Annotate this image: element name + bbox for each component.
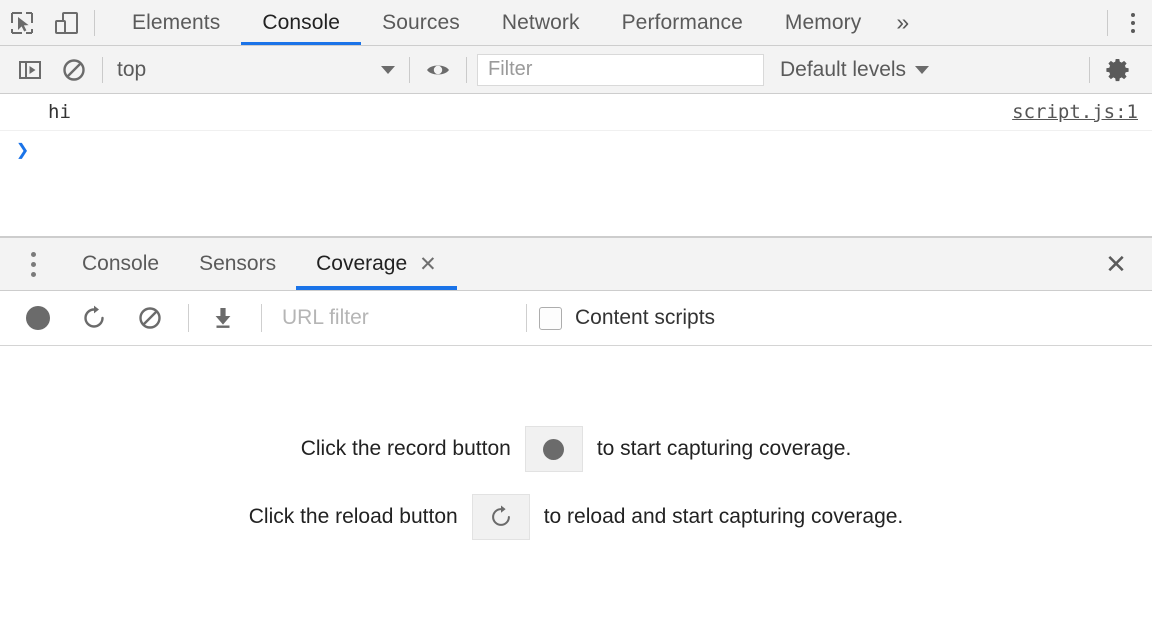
tab-console[interactable]: Console <box>241 0 361 45</box>
main-tabs: Elements Console Sources Network Perform… <box>111 0 923 45</box>
console-message-source-link[interactable]: script.js:1 <box>1012 101 1138 123</box>
console-toolbar-right <box>1083 48 1152 92</box>
toolbar-divider <box>94 10 95 36</box>
console-sidebar-icon[interactable] <box>8 48 52 92</box>
clear-coverage-icon[interactable] <box>128 296 172 340</box>
drawer-tab-coverage-label: Coverage <box>316 252 407 276</box>
toolbar-divider-right <box>1107 10 1108 36</box>
content-scripts-label: Content scripts <box>575 306 715 330</box>
console-message-list: hi script.js:1 ❯ <box>0 94 1152 236</box>
tab-network-label: Network <box>502 11 580 35</box>
more-tabs-label: » <box>896 9 909 36</box>
main-tabbar: Elements Console Sources Network Perform… <box>0 0 1152 46</box>
clear-console-icon[interactable] <box>52 48 96 92</box>
drawer-tab-sensors-label: Sensors <box>199 252 276 276</box>
log-levels-dropdown[interactable]: Default levels <box>780 58 929 82</box>
coverage-hint-reload: Click the reload button to reload and st… <box>249 494 904 540</box>
chevron-down-icon <box>381 66 395 74</box>
drawer-tab-console[interactable]: Console <box>62 238 179 290</box>
coverage-hint-reload-lead: Click the reload button <box>249 505 458 529</box>
console-toolbar-divider-4 <box>1089 57 1090 83</box>
prompt-arrow-icon: ❯ <box>16 138 29 163</box>
drawer-tab-console-label: Console <box>82 252 159 276</box>
console-message-text: hi <box>48 101 1012 123</box>
console-toolbar-divider-1 <box>102 57 103 83</box>
coverage-hint-reload-trail: to reload and start capturing coverage. <box>544 505 904 529</box>
main-tabbar-right <box>1101 0 1152 45</box>
live-expression-eye-icon[interactable] <box>416 48 460 92</box>
drawer-tab-coverage[interactable]: Coverage ✕ <box>296 238 457 290</box>
drawer-more-kebab-icon[interactable] <box>16 238 50 290</box>
devtools-window: Elements Console Sources Network Perform… <box>0 0 1152 638</box>
log-levels-label: Default levels <box>780 58 906 82</box>
record-dot <box>26 306 50 330</box>
drawer-panel: Console Sensors Coverage ✕ ✕ <box>0 236 1152 638</box>
tab-elements[interactable]: Elements <box>111 0 241 45</box>
console-prompt[interactable]: ❯ <box>0 131 1152 169</box>
console-toolbar-divider-2 <box>409 57 410 83</box>
close-tab-icon[interactable]: ✕ <box>419 254 437 275</box>
close-drawer-icon[interactable]: ✕ <box>1098 246 1134 282</box>
reload-button-icon[interactable] <box>72 296 116 340</box>
tab-performance-label: Performance <box>622 11 743 35</box>
drawer-tab-sensors[interactable]: Sensors <box>179 238 296 290</box>
tab-memory[interactable]: Memory <box>764 0 882 45</box>
coverage-toolbar-divider-2 <box>261 304 262 332</box>
coverage-toolbar-divider-1 <box>188 304 189 332</box>
url-filter-input[interactable]: URL filter <box>282 301 522 335</box>
more-options-kebab-icon[interactable] <box>1114 1 1152 45</box>
more-tabs-chevron-icon[interactable]: » <box>882 0 923 45</box>
inspect-cursor-icon[interactable] <box>0 1 44 45</box>
coverage-toolbar-divider-3 <box>526 304 527 332</box>
coverage-hint-record: Click the record button to start capturi… <box>301 426 852 472</box>
tab-sources[interactable]: Sources <box>361 0 481 45</box>
console-toolbar-divider-3 <box>466 57 467 83</box>
tab-elements-label: Elements <box>132 11 220 35</box>
chevron-down-icon-levels <box>915 66 929 74</box>
tab-network[interactable]: Network <box>481 0 601 45</box>
console-toolbar: top Filter Default levels <box>0 46 1152 94</box>
tab-sources-label: Sources <box>382 11 460 35</box>
content-scripts-checkbox-group[interactable]: Content scripts <box>539 306 715 330</box>
coverage-empty-state: Click the record button to start capturi… <box>0 346 1152 638</box>
console-message-row: hi script.js:1 <box>0 94 1152 131</box>
execution-context-value: top <box>117 58 381 82</box>
execution-context-dropdown[interactable]: top <box>109 55 403 85</box>
reload-button-icon-inline[interactable] <box>472 494 530 540</box>
record-dot-inline <box>543 439 564 460</box>
content-scripts-checkbox[interactable] <box>539 307 562 330</box>
export-download-icon[interactable] <box>201 296 245 340</box>
console-filter-input[interactable]: Filter <box>477 54 764 86</box>
tab-console-label: Console <box>262 11 340 35</box>
device-toolbar-icon[interactable] <box>44 1 88 45</box>
settings-gear-icon[interactable] <box>1096 48 1140 92</box>
coverage-hint-record-trail: to start capturing coverage. <box>597 437 851 461</box>
coverage-toolbar: URL filter Content scripts <box>0 291 1152 346</box>
record-button-icon[interactable] <box>16 296 60 340</box>
tab-performance[interactable]: Performance <box>601 0 764 45</box>
record-button-icon-inline[interactable] <box>525 426 583 472</box>
drawer-tabs: Console Sensors Coverage ✕ <box>62 238 457 290</box>
coverage-hint-record-lead: Click the record button <box>301 437 511 461</box>
drawer-tabbar: Console Sensors Coverage ✕ ✕ <box>0 238 1152 291</box>
tab-memory-label: Memory <box>785 11 861 35</box>
